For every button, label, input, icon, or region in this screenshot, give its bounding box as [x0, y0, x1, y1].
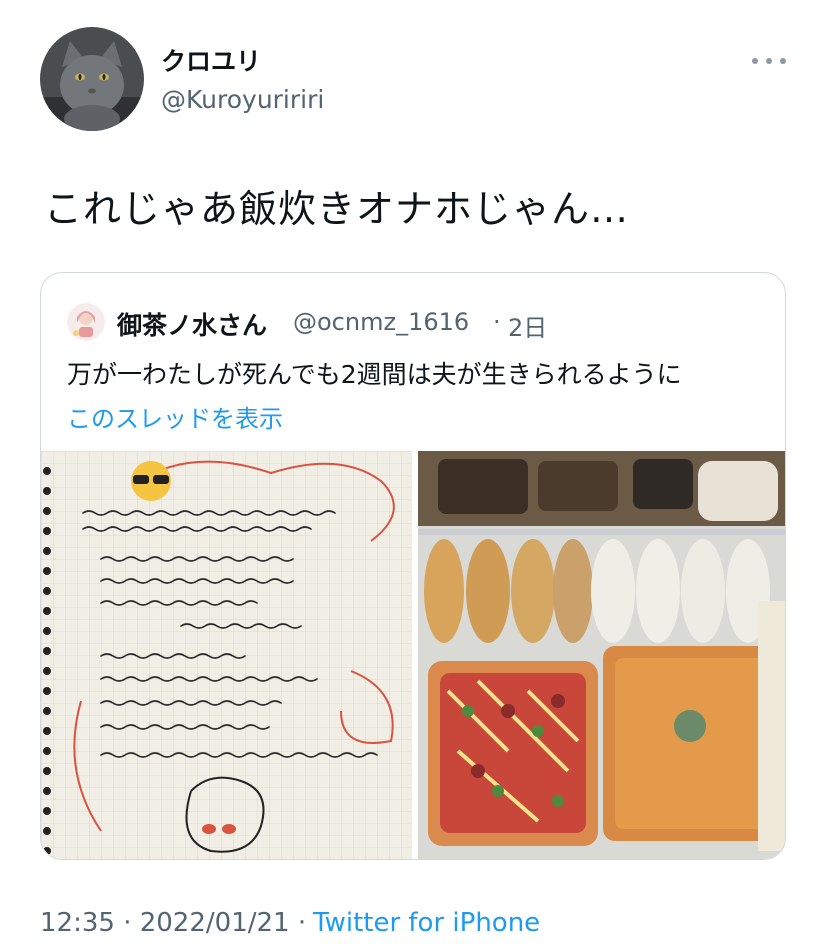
avatar[interactable] [40, 27, 144, 131]
quoted-handle[interactable]: @ocnmz_1616 [293, 308, 469, 336]
user-handle[interactable]: @Kuroyuririri [161, 85, 324, 114]
more-options-icon[interactable] [752, 55, 786, 67]
quoted-time[interactable]: 2日 [508, 308, 547, 343]
notebook-photo[interactable] [41, 451, 412, 859]
display-name[interactable]: クロユリ [161, 42, 261, 78]
quoted-tweet-text: 万が一わたしが死んでも2週間は夫が生きられるように [67, 360, 682, 389]
show-thread-link[interactable]: このスレッドを表示 [67, 399, 283, 434]
tweet-timestamp[interactable]: 12:35 · 2022/01/21 · [40, 908, 306, 938]
tweet-source-link[interactable]: Twitter for iPhone [313, 908, 540, 938]
quoted-tweet-card[interactable]: 御茶ノ水さん @ocnmz_1616 · 2日 万が一わたしが死んでも2週間は夫… [40, 272, 786, 860]
dot-icon [752, 58, 758, 64]
dot-icon [766, 58, 772, 64]
tweet-text: これじゃあ飯炊きオナホじゃん… [44, 187, 630, 231]
quoted-separator: · [493, 308, 501, 336]
dot-icon [780, 58, 786, 64]
food-box-photo[interactable] [418, 451, 785, 859]
quoted-display-name[interactable]: 御茶ノ水さん [117, 306, 267, 342]
quoted-avatar[interactable] [67, 303, 105, 341]
